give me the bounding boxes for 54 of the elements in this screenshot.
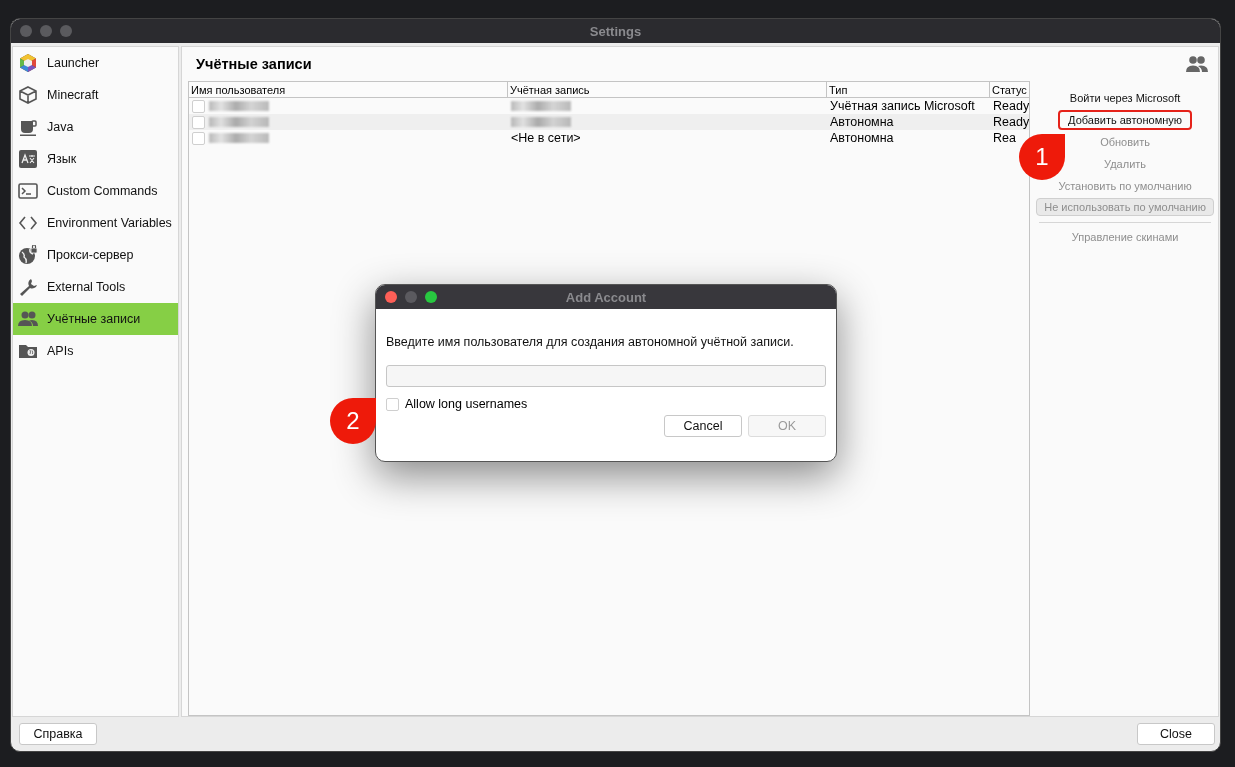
column-header[interactable]: Тип — [827, 82, 990, 97]
long-usernames-checkbox[interactable]: Allow long usernames — [386, 397, 826, 411]
terminal-icon — [18, 181, 38, 201]
cube-icon — [18, 85, 38, 105]
table-cell: Rea — [993, 131, 1016, 145]
blurred-text — [511, 101, 571, 111]
sidebar-item[interactable]: Язык — [13, 143, 178, 175]
table-cell: Учётная запись Microsoft — [830, 99, 975, 113]
sidebar-item[interactable]: Прокси-сервер — [13, 239, 178, 271]
sidebar-item[interactable]: Custom Commands — [13, 175, 178, 207]
username-field[interactable] — [386, 365, 826, 387]
action-button[interactable]: Добавить автономную — [1058, 110, 1193, 130]
column-header[interactable]: Учётная запись — [508, 82, 827, 97]
cup-icon — [18, 117, 38, 137]
sidebar-item[interactable]: Minecraft — [13, 79, 178, 111]
blurred-text — [209, 117, 269, 127]
table-cell: Ready — [993, 99, 1030, 113]
help-button[interactable]: Справка — [19, 723, 97, 745]
minimize-button[interactable] — [40, 25, 52, 37]
dialog-title: Add Account — [565, 289, 647, 305]
row-checkbox[interactable] — [192, 99, 205, 113]
users-icon — [1186, 55, 1208, 73]
blurred-text — [209, 101, 269, 111]
globe-lock-icon — [18, 245, 38, 265]
sidebar-item[interactable]: Java — [13, 111, 178, 143]
dialog-button[interactable]: Cancel — [664, 415, 742, 437]
minimize-button[interactable] — [405, 291, 417, 303]
column-header[interactable]: Статус — [990, 82, 1030, 97]
sidebar-item[interactable]: APIs — [13, 335, 178, 367]
row-checkbox[interactable] — [192, 131, 205, 145]
sidebar-item[interactable]: Environment Variables — [13, 207, 178, 239]
close-button[interactable] — [20, 25, 32, 37]
page-title: Учётные записи — [196, 56, 312, 72]
users-icon — [18, 309, 38, 329]
window-title: Settings — [589, 23, 642, 39]
table-cell: Автономна — [830, 115, 894, 129]
close-button[interactable]: Close — [1137, 723, 1215, 745]
blurred-text — [209, 133, 269, 143]
table-cell: Автономна — [830, 131, 894, 145]
blurred-text — [511, 117, 571, 127]
action-button[interactable]: Войти через Microsoft — [1059, 88, 1191, 108]
sidebar-item[interactable]: External Tools — [13, 271, 178, 303]
table-cell: <Не в сети> — [511, 131, 581, 145]
dialog-prompt: Введите имя пользователя для создания автономной учётной записи. — [386, 335, 795, 349]
row-checkbox[interactable] — [192, 115, 205, 129]
column-header[interactable]: Имя пользователя — [189, 82, 508, 97]
zoom-button[interactable] — [425, 291, 437, 303]
translate-icon — [18, 149, 38, 169]
sidebar-item[interactable]: Launcher — [13, 47, 178, 79]
wrench-icon — [18, 277, 38, 297]
close-button[interactable] — [385, 291, 397, 303]
hexagon-logo-icon — [18, 53, 38, 73]
table-cell: Ready — [993, 115, 1030, 129]
sidebar-item[interactable]: Учётные записи — [13, 303, 178, 335]
